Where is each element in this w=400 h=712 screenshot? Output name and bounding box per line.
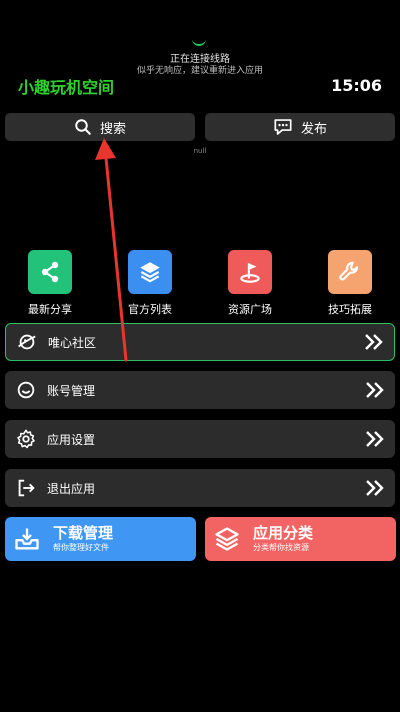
- menu-row-settings[interactable]: 应用设置: [5, 420, 395, 458]
- tile-official-list[interactable]: 官方列表: [105, 250, 195, 317]
- planet-icon: [18, 334, 36, 350]
- publish-button[interactable]: 发布: [205, 113, 395, 141]
- gear-icon: [17, 429, 35, 449]
- layers-icon: [140, 262, 160, 283]
- tile-label: 官方列表: [128, 303, 172, 316]
- tile-icon-bg: [28, 250, 72, 294]
- card-subtitle: 帮你整理好文件: [53, 543, 109, 552]
- tile-icon-bg: [128, 250, 172, 294]
- menu-row-community[interactable]: 唯心社区: [5, 323, 395, 361]
- loading-indicator-icon: [192, 38, 206, 46]
- null-text: null: [193, 147, 207, 155]
- tile-resource-square[interactable]: 资源广场: [205, 250, 295, 317]
- menu-row-label: 应用设置: [47, 432, 96, 447]
- double-chevron-right-icon: [366, 431, 384, 447]
- tile-icon-bg: [228, 250, 272, 294]
- double-chevron-right-icon: [366, 382, 384, 398]
- share-icon: [41, 261, 59, 283]
- logout-icon: [18, 479, 35, 497]
- tile-tips-extension[interactable]: 技巧拓展: [305, 250, 395, 317]
- double-chevron-right-icon: [365, 334, 383, 350]
- smile-icon: [17, 381, 35, 399]
- publish-button-label: 发布: [300, 121, 327, 137]
- menu-row-label: 唯心社区: [48, 335, 97, 350]
- app-title: 小趣玩机空间: [18, 78, 115, 97]
- golf-flag-icon: [240, 263, 260, 283]
- menu-row-label: 退出应用: [47, 481, 96, 496]
- double-chevron-right-icon: [366, 480, 384, 496]
- search-button[interactable]: 搜索: [5, 113, 195, 141]
- card-title: 下载管理: [53, 524, 114, 542]
- download-manager-card[interactable]: 下载管理 帮你整理好文件: [5, 517, 196, 561]
- search-icon: [75, 119, 91, 135]
- clock: 15:06: [331, 76, 382, 95]
- app-category-card[interactable]: 应用分类 分类帮你找资源: [205, 517, 396, 561]
- layers-icon: [215, 527, 239, 551]
- chat-bubble-icon: [274, 119, 292, 135]
- card-subtitle: 分类帮你找资源: [253, 543, 309, 552]
- search-button-label: 搜索: [99, 121, 126, 137]
- tile-latest-share[interactable]: 最新分享: [5, 250, 95, 317]
- card-title: 应用分类: [253, 524, 314, 542]
- tile-label: 最新分享: [28, 303, 72, 316]
- download-tray-icon: [15, 528, 39, 550]
- menu-row-account[interactable]: 账号管理: [5, 371, 395, 409]
- menu-row-exit[interactable]: 退出应用: [5, 469, 395, 507]
- wrench-icon: [339, 261, 359, 281]
- menu-row-label: 账号管理: [47, 383, 96, 398]
- tile-label: 技巧拓展: [328, 303, 372, 316]
- tile-label: 资源广场: [228, 303, 272, 316]
- tile-icon-bg: [328, 250, 372, 294]
